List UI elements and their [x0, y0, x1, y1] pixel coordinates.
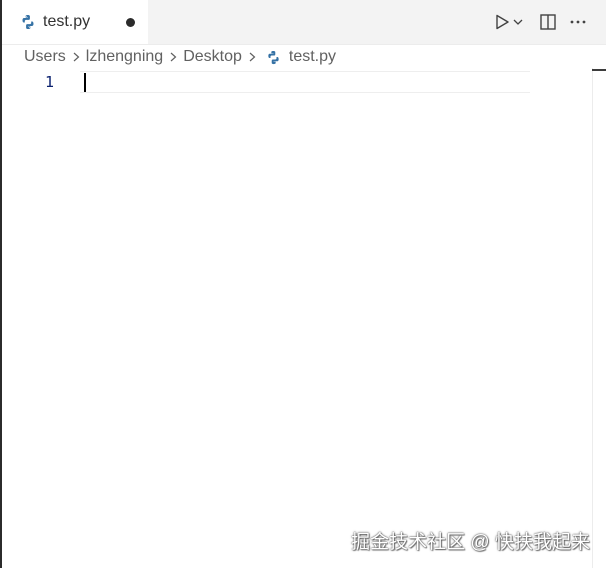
unsaved-indicator-dot[interactable]	[126, 18, 135, 27]
tab-label: test.py	[43, 13, 91, 30]
watermark-text: 掘金技术社区 @ 快扶我起来	[351, 532, 590, 553]
breadcrumb-item-users[interactable]: Users	[24, 46, 66, 68]
vertical-scrollbar[interactable]	[592, 68, 593, 568]
line-number: 1	[44, 73, 54, 91]
breadcrumb-item-lzhengning[interactable]: lzhengning	[86, 46, 163, 68]
chevron-right-icon	[249, 52, 256, 62]
python-file-icon	[268, 50, 279, 64]
breadcrumb-item-desktop[interactable]: Desktop	[183, 46, 242, 68]
breadcrumb: Users lzhengning Desktop test.py	[24, 46, 336, 68]
python-file-icon	[22, 15, 34, 29]
tab-bar: test.py	[2, 0, 606, 45]
tab-test-py[interactable]: test.py	[2, 0, 148, 44]
split-editor-icon[interactable]	[538, 12, 558, 32]
editor-window: test.py Users lzhengning Desktop test.py…	[0, 0, 606, 568]
chevron-right-icon	[170, 52, 177, 62]
breadcrumb-item-test-py[interactable]: test.py	[289, 46, 336, 68]
play-icon[interactable]	[492, 12, 512, 32]
code-editor[interactable]: 1	[2, 68, 606, 568]
current-line-highlight	[80, 71, 530, 93]
overview-ruler-cursor-mark	[592, 69, 606, 71]
chevron-down-icon[interactable]	[512, 12, 524, 32]
more-actions-icon[interactable]	[568, 12, 588, 32]
chevron-right-icon	[73, 52, 80, 62]
text-cursor	[84, 73, 86, 92]
